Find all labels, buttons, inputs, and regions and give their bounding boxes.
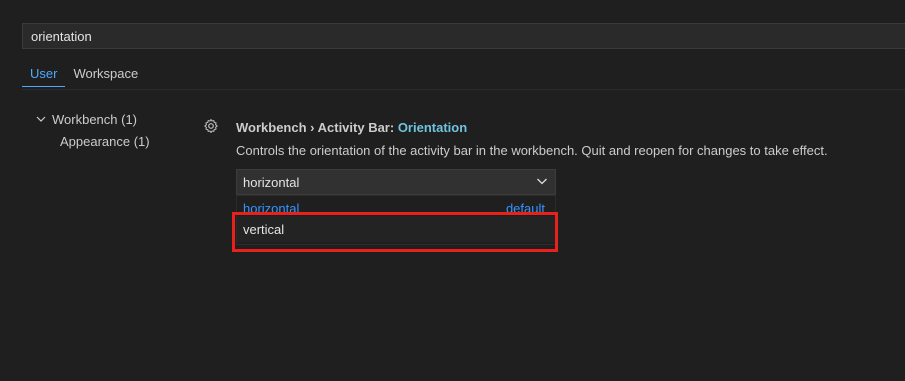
tabs-divider	[22, 89, 905, 90]
tab-workspace[interactable]: Workspace	[65, 62, 146, 87]
orientation-dropdown-list: horizontal default vertical	[236, 195, 556, 245]
orientation-select-value: horizontal	[243, 174, 300, 190]
toc-item-appearance-label: Appearance (1)	[60, 133, 150, 149]
orientation-select[interactable]: horizontal	[236, 169, 556, 195]
option-vertical-label: vertical	[243, 221, 285, 237]
toc-item-appearance[interactable]: Appearance (1)	[34, 130, 150, 152]
settings-search-input[interactable]	[31, 28, 905, 44]
setting-title-key: Orientation	[397, 120, 468, 135]
setting-description: Controls the orientation of the activity…	[236, 143, 828, 158]
toc-item-workbench[interactable]: Workbench (1)	[34, 108, 150, 130]
settings-scope-tabs: User Workspace	[22, 62, 146, 87]
option-vertical[interactable]: vertical	[237, 216, 555, 242]
option-horizontal[interactable]: horizontal default	[237, 196, 555, 216]
setting-title: Workbench › Activity Bar: Orientation	[236, 120, 467, 135]
setting-title-prefix: Workbench › Activity Bar:	[236, 120, 398, 135]
settings-editor: User Workspace Workbench (1) Appearance …	[0, 0, 905, 381]
option-default-tag: default	[505, 201, 545, 216]
tab-user[interactable]: User	[22, 62, 66, 87]
chevron-down-icon	[34, 112, 48, 126]
toc-item-workbench-label: Workbench (1)	[52, 111, 138, 127]
gear-icon[interactable]	[203, 118, 219, 134]
option-horizontal-label: horizontal	[243, 201, 300, 216]
settings-toc: Workbench (1) Appearance (1)	[34, 108, 150, 152]
chevron-down-icon	[535, 174, 549, 191]
settings-search-box[interactable]	[22, 23, 905, 49]
